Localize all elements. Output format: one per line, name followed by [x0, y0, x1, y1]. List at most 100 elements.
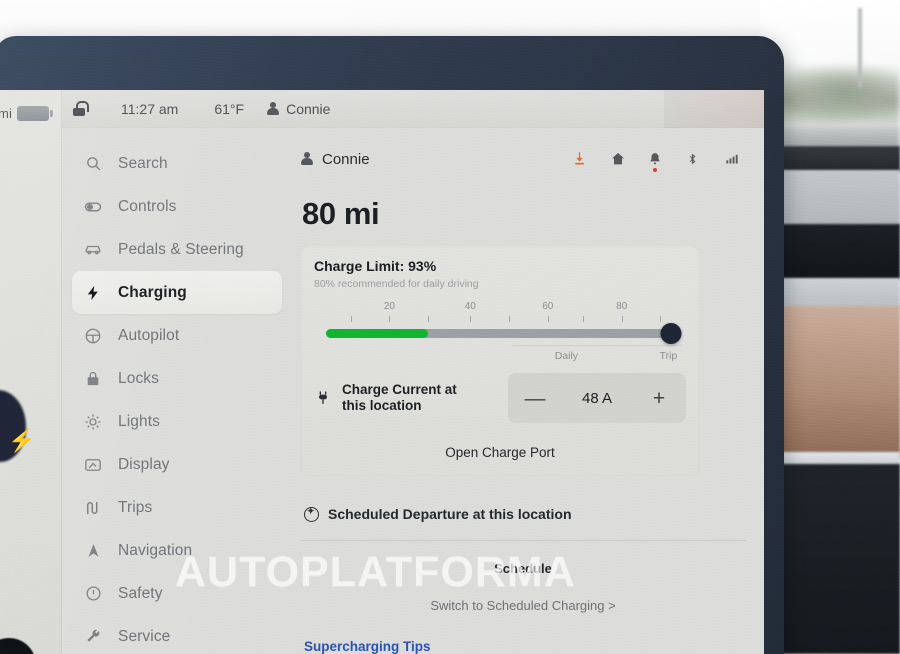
lock-icon — [84, 370, 102, 388]
sidebar-item-label: Charging — [118, 283, 187, 301]
charge-current-row: Charge Current at this location — 48 A + — [314, 373, 686, 423]
charge-current-value: 48 A — [581, 389, 613, 407]
notification-bell-icon[interactable] — [648, 151, 664, 172]
switch-to-scheduled-charging-link[interactable]: Switch to Scheduled Charging > — [300, 598, 746, 613]
sidebar-item-locks[interactable]: Locks — [72, 357, 282, 400]
tick-label: 40 — [464, 301, 476, 312]
lock-status[interactable] — [72, 101, 89, 116]
signal-bars-icon[interactable] — [724, 151, 740, 167]
profile-name: Connie — [322, 150, 370, 168]
open-charge-port-button[interactable]: Open Charge Port — [314, 445, 686, 460]
person-icon — [266, 101, 280, 116]
supercharging-tips-link[interactable]: Supercharging Tips — [304, 639, 746, 654]
charge-current-stepper: — 48 A + — [508, 373, 686, 423]
software-update-icon[interactable] — [572, 151, 588, 167]
sidebar-item-label: Autopilot — [118, 326, 180, 344]
decrement-button[interactable]: — — [524, 388, 546, 409]
topbar-right-area[interactable] — [664, 90, 764, 128]
touchscreen-display: mi ⚡ 11:27 am 61°F Connie Search Control… — [0, 90, 764, 654]
bolt-icon — [84, 284, 102, 302]
profile-name: Connie — [286, 100, 331, 117]
sidebar-item-label: Trips — [118, 498, 153, 516]
sidebar-item-label: Controls — [118, 197, 177, 215]
slider-fill — [326, 329, 429, 338]
range-unit-label: mi — [0, 105, 13, 121]
light-icon — [84, 413, 102, 431]
charge-current-label-line1: Charge Current at — [342, 381, 457, 397]
sidebar-item-search[interactable]: Search — [72, 142, 282, 185]
slider-mode-labels: Daily Trip — [512, 345, 682, 367]
person-icon — [300, 152, 313, 166]
slider-ticks: 20 40 60 80 — [326, 301, 678, 323]
sidebar-item-display[interactable]: Display — [72, 443, 282, 486]
tick-label: 80 — [616, 301, 628, 312]
tick-label: 20 — [383, 301, 395, 312]
profile-chip[interactable]: Connie — [300, 151, 370, 168]
sidebar-item-charging[interactable]: Charging — [72, 271, 282, 314]
notification-badge — [653, 168, 657, 172]
sidebar-item-label: Lights — [118, 412, 160, 430]
lock-icon — [72, 101, 89, 116]
search-icon — [84, 155, 102, 173]
scheduled-departure-row[interactable]: Scheduled Departure at this location — [304, 506, 746, 522]
sidebar-item-pedals-steering[interactable]: Pedals & Steering — [72, 228, 282, 271]
charge-current-label-line2: this location — [342, 398, 422, 413]
sidebar-item-controls[interactable]: Controls — [72, 185, 282, 228]
steering-icon — [84, 327, 102, 345]
battery-icon — [17, 105, 54, 121]
tick-label: 60 — [542, 301, 554, 312]
sidebar-item-trips[interactable]: Trips — [72, 486, 282, 529]
increment-button[interactable]: + — [648, 388, 670, 409]
wheel-graphic — [0, 638, 36, 654]
sidebar-item-service[interactable]: Service — [72, 615, 282, 654]
nav-arrow-icon — [84, 542, 102, 560]
sidebar-item-label: Pedals & Steering — [118, 240, 244, 258]
home-icon[interactable] — [610, 151, 626, 167]
top-status-bar: 11:27 am 61°F Connie — [62, 90, 764, 128]
charge-limit-title: Charge Limit: 93% — [314, 258, 437, 274]
clock[interactable]: 11:27 am — [121, 101, 178, 117]
mode-trip-label: Trip — [659, 350, 678, 362]
photo-scene: mi ⚡ 11:27 am 61°F Connie Search Control… — [0, 0, 900, 654]
sidebar-item-label: Search — [118, 154, 168, 172]
charging-panel: Connie 80 mi Charge Limit: 93% 80% recom… — [290, 132, 764, 654]
slider-track[interactable] — [326, 329, 678, 338]
sidebar-item-safety[interactable]: Safety — [72, 572, 282, 615]
toggle-icon — [84, 198, 102, 216]
tablet-bezel: mi ⚡ 11:27 am 61°F Connie Search Control… — [0, 36, 784, 654]
slider-knob[interactable] — [660, 323, 682, 344]
sidebar-item-label: Service — [118, 627, 171, 645]
charge-limit-slider[interactable]: 20 40 60 80 Daily Trip — [314, 295, 686, 365]
range-display: 80 mi — [302, 196, 380, 231]
display-icon — [84, 456, 102, 474]
sidebar-item-label: Navigation — [118, 541, 193, 559]
sidebar-item-label: Display — [118, 455, 170, 473]
sidebar-item-lights[interactable]: Lights — [72, 400, 282, 443]
wrench-icon — [84, 628, 102, 646]
trips-icon — [84, 499, 102, 517]
sidebar-item-autopilot[interactable]: Autopilot — [72, 314, 282, 357]
charging-card: Charge Limit: 93% 80% recommended for da… — [300, 244, 700, 476]
bolt-icon: ⚡ — [8, 428, 36, 453]
driver-status-strip: mi ⚡ — [0, 90, 62, 654]
charge-current-label: Charge Current at this location — [342, 382, 457, 415]
bluetooth-icon[interactable] — [686, 151, 702, 167]
car-icon — [84, 241, 102, 259]
mode-daily-label: Daily — [554, 350, 579, 362]
status-icon-tray — [572, 151, 746, 172]
plug-icon — [314, 389, 332, 407]
section-divider — [300, 540, 746, 541]
alert-icon — [84, 585, 102, 603]
temperature-label: 61°F — [214, 100, 245, 117]
sidebar-item-label: Safety — [118, 584, 163, 602]
time-label: 11:27 am — [121, 100, 179, 117]
sidebar-item-label: Locks — [118, 369, 159, 387]
content-header: Connie — [300, 144, 746, 174]
charge-limit-subtitle: 80% recommended for daily driving — [314, 278, 479, 290]
settings-sidebar: Search Controls Pedals & Steering Chargi… — [62, 132, 290, 654]
profile-chip[interactable]: Connie — [266, 101, 330, 117]
schedule-button[interactable]: Schedule — [300, 561, 746, 576]
temperature[interactable]: 61°F — [214, 101, 244, 117]
scheduled-departure-label: Scheduled Departure at this location — [328, 506, 572, 522]
sidebar-item-navigation[interactable]: Navigation — [72, 529, 282, 572]
